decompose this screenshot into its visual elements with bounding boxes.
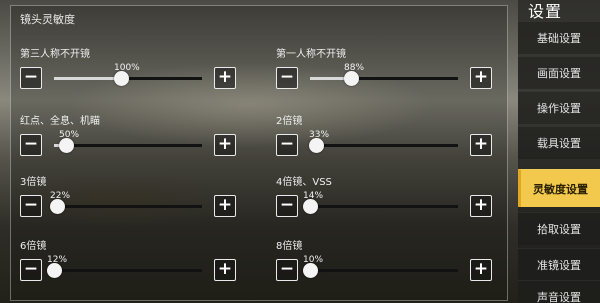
slider-knob[interactable]: [309, 138, 324, 153]
slider-knob[interactable]: [114, 71, 129, 86]
increase-button[interactable]: +: [470, 134, 492, 156]
sidebar-item-label: 拾取设置: [537, 223, 581, 236]
sensitivity-slider: 8倍镜 −10% +: [276, 237, 492, 281]
slider-knob[interactable]: [344, 71, 359, 86]
slider-label: 第三人称不开镜: [20, 49, 90, 60]
sidebar-item[interactable]: 载具设置: [518, 126, 600, 159]
slider-label: 3倍镜: [20, 177, 47, 188]
slider-knob[interactable]: [303, 263, 318, 278]
sidebar-title: 设置: [528, 2, 563, 21]
decrease-button[interactable]: −: [20, 67, 42, 89]
increase-button[interactable]: +: [470, 195, 492, 217]
slider-label: 第一人称不开镜: [276, 49, 346, 60]
increase-button[interactable]: +: [214, 195, 236, 217]
slider-knob[interactable]: [59, 138, 74, 153]
decrease-button[interactable]: −: [20, 195, 42, 217]
slider-label: 4倍镜、VSS: [276, 177, 332, 188]
increase-button[interactable]: +: [470, 67, 492, 89]
sensitivity-slider: 3倍镜 −22% +: [20, 173, 236, 217]
decrease-button[interactable]: −: [20, 134, 42, 156]
slider-track[interactable]: 22%: [50, 191, 202, 214]
sidebar-item[interactable]: 灵敏度设置: [518, 169, 600, 207]
sensitivity-slider: 第一人称不开镜 −88% +: [276, 45, 492, 89]
sidebar-item[interactable]: 画面设置: [518, 56, 600, 89]
sidebar-item-label: 画面设置: [537, 67, 581, 80]
sidebar-item[interactable]: 拾取设置: [518, 212, 600, 245]
sidebar-item-label: 准镜设置: [537, 259, 581, 272]
sidebar-item-label: 灵敏度设置: [533, 182, 588, 196]
slider-track[interactable]: 88%: [310, 63, 458, 86]
increase-button[interactable]: +: [470, 259, 492, 281]
sidebar-item-label: 声音设置: [537, 291, 581, 303]
section-title: 镜头灵敏度: [20, 13, 75, 26]
slider-track[interactable]: 50%: [54, 130, 202, 153]
slider-track[interactable]: 33%: [309, 130, 458, 153]
slider-track[interactable]: 100%: [54, 63, 202, 86]
sidebar-item[interactable]: 声音设置: [518, 280, 600, 303]
sidebar-item[interactable]: 基础设置: [518, 21, 600, 54]
slider-track[interactable]: 10%: [303, 255, 458, 278]
decrease-button[interactable]: −: [276, 67, 298, 89]
slider-label: 6倍镜: [20, 241, 47, 252]
decrease-button[interactable]: −: [276, 259, 298, 281]
slider-label: 8倍镜: [276, 241, 303, 252]
sensitivity-slider: 2倍镜 −33% +: [276, 112, 492, 156]
sidebar-item[interactable]: 准镜设置: [518, 248, 600, 281]
sensitivity-slider: 红点、全息、机瞄 −50% +: [20, 112, 236, 156]
sidebar-item-label: 操作设置: [537, 102, 581, 115]
slider-label: 2倍镜: [276, 116, 303, 127]
slider-label: 红点、全息、机瞄: [20, 116, 100, 127]
increase-button[interactable]: +: [214, 67, 236, 89]
increase-button[interactable]: +: [214, 134, 236, 156]
sensitivity-slider: 6倍镜 −12% +: [20, 237, 236, 281]
sidebar-item-label: 基础设置: [537, 32, 581, 45]
slider-fill: [54, 77, 121, 80]
decrease-button[interactable]: −: [276, 134, 298, 156]
sensitivity-slider: 4倍镜、VSS −14% +: [276, 173, 492, 217]
slider-track[interactable]: 14%: [303, 191, 458, 214]
sidebar-item[interactable]: 操作设置: [518, 91, 600, 124]
decrease-button[interactable]: −: [20, 259, 42, 281]
slider-knob[interactable]: [303, 199, 318, 214]
decrease-button[interactable]: −: [276, 195, 298, 217]
slider-track[interactable]: 12%: [47, 255, 202, 278]
sensitivity-slider: 第三人称不开镜 −100% +: [20, 45, 236, 89]
slider-knob[interactable]: [50, 199, 65, 214]
slider-knob[interactable]: [47, 263, 62, 278]
sidebar-item-label: 载具设置: [537, 137, 581, 150]
increase-button[interactable]: +: [214, 259, 236, 281]
